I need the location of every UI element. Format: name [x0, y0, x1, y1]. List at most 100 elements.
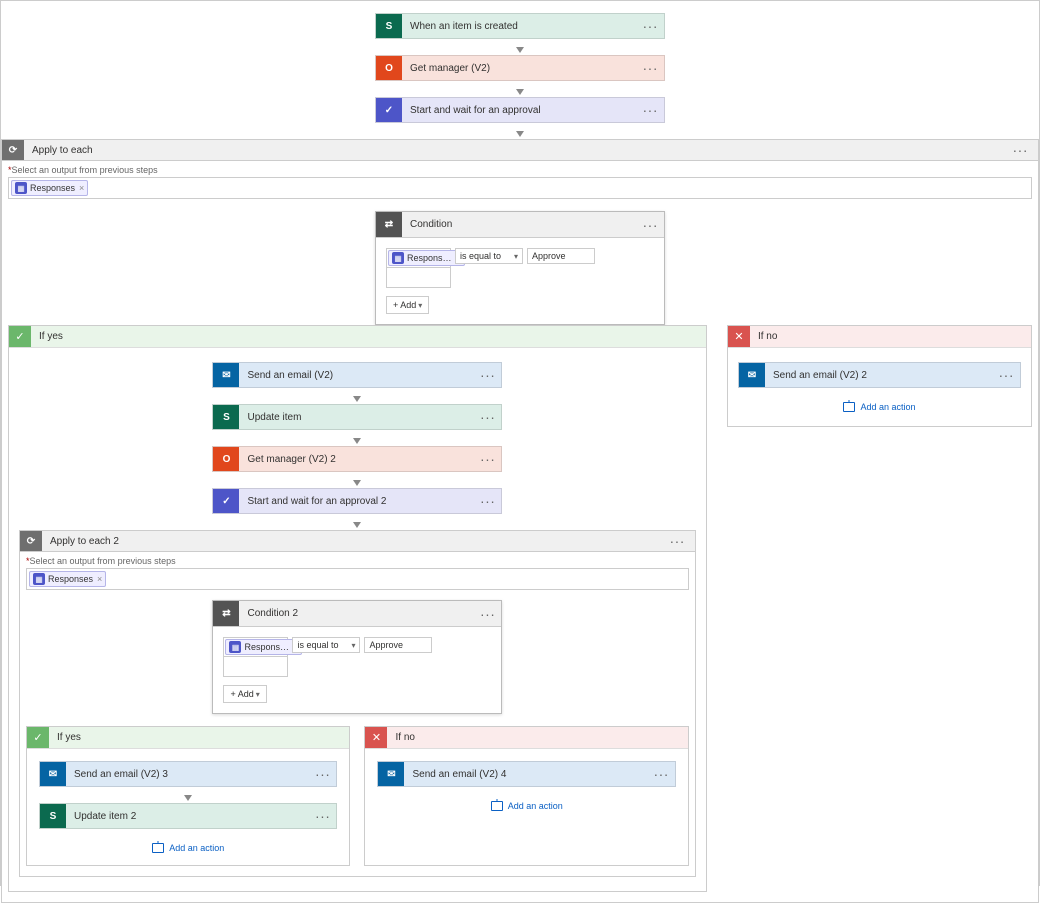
step-title: Send an email (V2) 4: [404, 769, 653, 780]
token-icon: ▦: [392, 252, 404, 264]
loop-icon: ⟳: [20, 531, 42, 551]
step-title: Start and wait for an approval 2: [239, 496, 480, 507]
ellipsis-icon[interactable]: ···: [643, 102, 659, 118]
ellipsis-icon[interactable]: ···: [480, 493, 496, 509]
condition-value[interactable]: Approve: [364, 637, 432, 653]
output-field[interactable]: ▦ Responses ×: [8, 177, 1032, 199]
condition-operator[interactable]: is equal to ▾: [455, 248, 523, 264]
helper-label: *Select an output from previous steps: [26, 556, 689, 566]
inner-no-header[interactable]: ✕ If no: [365, 727, 687, 749]
add-action-link[interactable]: Add an action: [843, 402, 915, 412]
branch-no-body: ✉ Send an email (V2) 2 ··· Add an action: [728, 348, 1031, 426]
ellipsis-icon[interactable]: ···: [653, 766, 669, 782]
outlook-icon: ✉: [739, 363, 765, 387]
ellipsis-icon[interactable]: ···: [643, 18, 659, 34]
outlook-icon: ✉: [213, 363, 239, 387]
add-condition-button[interactable]: + Add ▾: [223, 685, 266, 703]
apply-to-each-container: ⟳ Apply to each ··· *Select an output fr…: [1, 139, 1039, 903]
office-icon: O: [376, 56, 402, 80]
branch-no-header[interactable]: ✕ If no: [728, 326, 1031, 348]
ellipsis-icon[interactable]: ···: [480, 606, 496, 622]
ellipsis-icon[interactable]: ···: [480, 367, 496, 383]
token-remove-icon[interactable]: ×: [97, 574, 102, 584]
office-icon: O: [213, 447, 239, 471]
outlook-icon: ✉: [378, 762, 404, 786]
branch-title: If no: [750, 331, 777, 342]
step-title: Start and wait for an approval: [402, 105, 643, 116]
ellipsis-icon[interactable]: ···: [669, 533, 685, 549]
ellipsis-icon[interactable]: ···: [643, 60, 659, 76]
step-approval-2[interactable]: ✓ Start and wait for an approval 2 ···: [212, 488, 502, 514]
add-action-link[interactable]: Add an action: [152, 843, 224, 853]
token-remove-icon[interactable]: ×: [79, 183, 84, 193]
step-title: Send an email (V2): [239, 370, 480, 381]
token-label: Responses: [30, 183, 75, 193]
plus-icon: +: [230, 689, 235, 699]
token-responses-2[interactable]: ▦ Responses ×: [29, 571, 106, 587]
apply-to-each-header[interactable]: ⟳ Apply to each ···: [1, 139, 1039, 161]
apply-to-each-2-panel: *Select an output from previous steps ▦ …: [19, 552, 696, 877]
step-send-email-3[interactable]: ✉ Send an email (V2) 3 ···: [39, 761, 337, 787]
token-response[interactable]: ▦ Respons… ×: [388, 250, 465, 266]
approval-icon: ✓: [213, 489, 239, 513]
token-icon: ▦: [229, 641, 241, 653]
step-send-email[interactable]: ✉ Send an email (V2) ···: [212, 362, 502, 388]
add-action-label: Add an action: [169, 843, 224, 853]
step-title: Get manager (V2): [402, 63, 643, 74]
ellipsis-icon[interactable]: ···: [1013, 142, 1029, 158]
token-label: Responses: [48, 574, 93, 584]
condition-operator[interactable]: is equal to ▾: [292, 637, 360, 653]
approval-icon: ✓: [376, 98, 402, 122]
add-condition-button[interactable]: + Add ▾: [386, 296, 429, 314]
add-action-icon: [152, 843, 164, 853]
condition-2-header[interactable]: ⇄ Condition 2 ···: [213, 601, 501, 627]
sharepoint-icon: S: [213, 405, 239, 429]
condition-left-field[interactable]: ▦ Respons… ×: [386, 248, 451, 268]
step-when-item-created[interactable]: S When an item is created ···: [375, 13, 665, 39]
branch-title: If yes: [49, 732, 81, 743]
step-get-manager-2[interactable]: O Get manager (V2) 2 ···: [212, 446, 502, 472]
step-get-manager[interactable]: O Get manager (V2) ···: [375, 55, 665, 81]
inner-yes-header[interactable]: ✓ If yes: [27, 727, 349, 749]
branch-no: ✕ If no ✉ Send an email (V2) 2 ··· Add a…: [727, 325, 1032, 427]
condition-icon: ⇄: [376, 212, 402, 237]
output-field-2[interactable]: ▦ Responses ×: [26, 568, 689, 590]
check-icon: ✓: [27, 727, 49, 748]
step-start-wait-approval[interactable]: ✓ Start and wait for an approval ···: [375, 97, 665, 123]
condition-header[interactable]: ⇄ Condition ···: [376, 212, 664, 238]
condition-2-card: ⇄ Condition 2 ···: [212, 600, 502, 714]
apply-to-each-2-header[interactable]: ⟳ Apply to each 2 ···: [19, 530, 696, 552]
step-update-item-2[interactable]: S Update item 2 ···: [39, 803, 337, 829]
plus-icon: +: [393, 300, 398, 310]
apply-to-each-panel: *Select an output from previous steps ▦ …: [1, 161, 1039, 903]
ellipsis-icon[interactable]: ···: [315, 766, 331, 782]
branch-title: If yes: [31, 331, 63, 342]
condition-left-field[interactable]: ▦ Respons… ×: [223, 637, 288, 657]
condition-value[interactable]: Approve: [527, 248, 595, 264]
step-title: Update item: [239, 412, 480, 423]
token-responses[interactable]: ▦ Responses ×: [11, 180, 88, 196]
ellipsis-icon[interactable]: ···: [480, 409, 496, 425]
inner-branches: ✓ If yes ✉ Send an email (V2) 3 ···: [26, 726, 689, 866]
add-action-label: Add an action: [860, 402, 915, 412]
sharepoint-icon: S: [376, 14, 402, 38]
ellipsis-icon[interactable]: ···: [480, 451, 496, 467]
token-icon: ▦: [15, 182, 27, 194]
add-action-label: Add an action: [508, 801, 563, 811]
sharepoint-icon: S: [40, 804, 66, 828]
step-send-email-2[interactable]: ✉ Send an email (V2) 2 ···: [738, 362, 1021, 388]
inner-yes-body: ✉ Send an email (V2) 3 ··· S Update: [27, 749, 349, 865]
branch-title: If no: [387, 732, 414, 743]
token-response[interactable]: ▦ Respons… ×: [225, 639, 302, 655]
ellipsis-icon[interactable]: ···: [999, 367, 1015, 383]
step-send-email-4[interactable]: ✉ Send an email (V2) 4 ···: [377, 761, 675, 787]
apply-title: Apply to each 2: [42, 536, 669, 547]
add-action-icon: [843, 402, 855, 412]
inner-branch-yes: ✓ If yes ✉ Send an email (V2) 3 ···: [26, 726, 350, 866]
ellipsis-icon[interactable]: ···: [315, 808, 331, 824]
branch-yes-header[interactable]: ✓ If yes: [9, 326, 706, 348]
step-update-item[interactable]: S Update item ···: [212, 404, 502, 430]
add-action-link[interactable]: Add an action: [491, 801, 563, 811]
token-icon: ▦: [33, 573, 45, 585]
ellipsis-icon[interactable]: ···: [643, 217, 659, 233]
